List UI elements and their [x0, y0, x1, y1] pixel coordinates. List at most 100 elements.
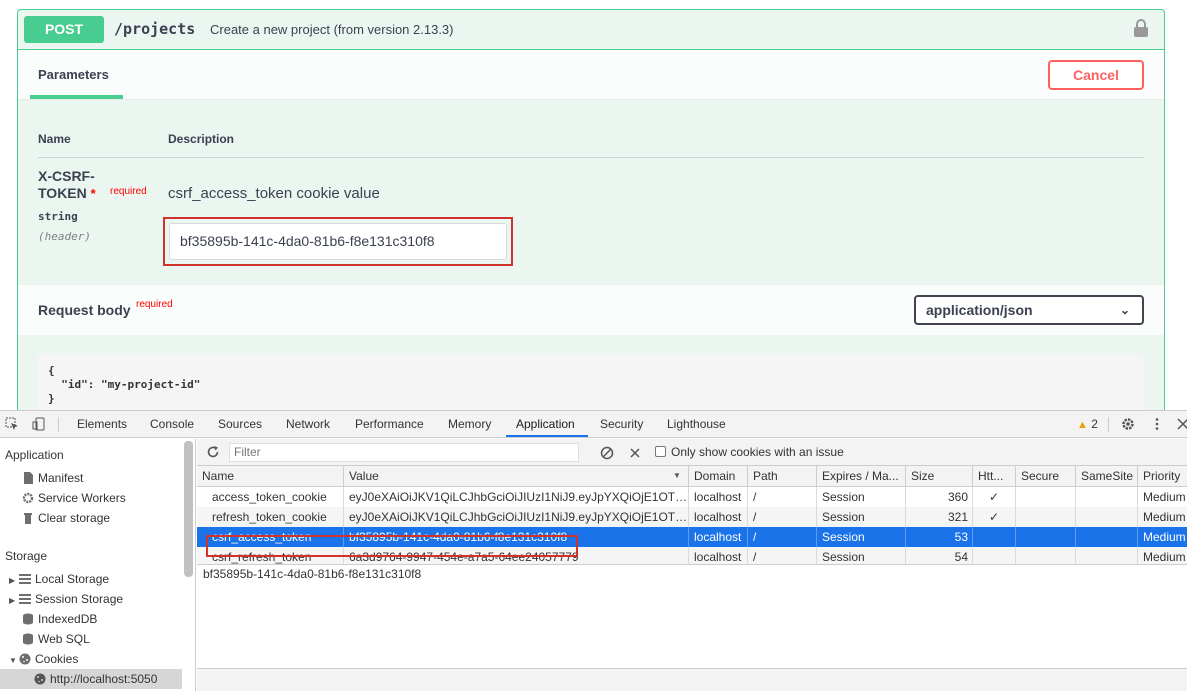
tab-console[interactable]: Console — [150, 411, 194, 438]
grid-icon — [19, 574, 31, 584]
only-issues-checkbox[interactable]: Only show cookies with an issue — [655, 439, 844, 466]
filter-input[interactable]: Filter — [229, 443, 579, 462]
cell-samesite — [1076, 487, 1138, 507]
expand-arrow-icon: ▶ — [9, 576, 16, 585]
divider — [1108, 417, 1109, 432]
close-icon[interactable] — [1176, 417, 1187, 431]
cell-secure — [1016, 487, 1076, 507]
column-header-size[interactable]: Size — [906, 466, 973, 487]
table-row[interactable]: csrf_refresh_token 6a3d9764-9947-454e-a7a… — [197, 547, 1187, 564]
column-header-name: Name — [38, 132, 71, 146]
sidebar-item-cookies-localhost[interactable]: http://localhost:5050 — [34, 669, 157, 689]
tab-elements[interactable]: Elements — [77, 411, 127, 438]
column-header-value[interactable]: Value — [344, 466, 689, 487]
cell-expires: Session — [817, 487, 906, 507]
csrf-token-input[interactable]: bf35895b-141c-4da0-81b6-f8e131c310f8 — [169, 223, 507, 260]
sidebar-item-session-storage[interactable]: ▶ Session Storage — [9, 589, 123, 609]
column-header-httponly[interactable]: Htt... — [973, 466, 1016, 487]
column-header-secure[interactable]: Secure — [1016, 466, 1076, 487]
cell-size: 321 — [906, 507, 973, 527]
gear-icon — [22, 492, 34, 504]
cell-domain: localhost — [689, 527, 748, 547]
sidebar-item-local-storage[interactable]: ▶ Local Storage — [9, 569, 109, 589]
request-body-title: Request body — [38, 302, 131, 318]
grid-icon — [19, 594, 31, 604]
cell-samesite — [1076, 527, 1138, 547]
cell-httponly: ✓ — [973, 487, 1016, 507]
cell-expires: Session — [817, 547, 906, 564]
cell-domain: localhost — [689, 507, 748, 527]
cell-samesite — [1076, 507, 1138, 527]
required-star: * — [90, 186, 96, 201]
parameters-header: Parameters Cancel — [18, 50, 1164, 100]
clear-all-icon[interactable] — [600, 446, 614, 460]
method-badge: POST — [24, 16, 104, 43]
active-tab-indicator — [506, 435, 588, 437]
cookie-value-text: bf35895b-141c-4da0-81b6-f8e131c310f8 — [203, 567, 422, 581]
cell-path: / — [748, 527, 817, 547]
tab-network[interactable]: Network — [286, 411, 330, 438]
trash-icon — [24, 513, 32, 524]
section-storage: Storage — [5, 549, 48, 563]
database-icon — [23, 633, 33, 645]
cell-httponly — [973, 547, 1016, 564]
cell-domain: localhost — [689, 487, 748, 507]
delete-selected-icon[interactable] — [628, 446, 642, 460]
divider — [58, 417, 59, 432]
tab-parameters[interactable]: Parameters — [38, 67, 109, 82]
column-header-samesite[interactable]: SameSite — [1076, 466, 1138, 487]
sidebar-item-web-sql[interactable]: Web SQL — [22, 629, 90, 649]
parameter-name: X-CSRF- TOKEN * — [38, 168, 96, 201]
sort-descending-icon: ▼ — [673, 471, 681, 480]
database-icon — [23, 613, 33, 625]
cell-path: / — [748, 547, 817, 564]
column-header-priority[interactable]: Priority — [1138, 466, 1187, 487]
warnings-counter[interactable]: ▲ 2 — [1077, 411, 1098, 439]
cell-name: csrf_refresh_token — [197, 547, 344, 564]
tab-sources[interactable]: Sources — [218, 411, 262, 438]
lock-icon[interactable] — [1134, 19, 1148, 37]
tab-application[interactable]: Application — [516, 411, 575, 438]
gear-icon[interactable] — [1121, 417, 1135, 431]
sidebar-item-clear-storage[interactable]: Clear storage — [22, 508, 110, 528]
column-header-path[interactable]: Path — [748, 466, 817, 487]
expand-arrow-icon: ▶ — [9, 596, 16, 605]
warning-icon: ▲ — [1077, 419, 1088, 431]
required-label: required — [136, 299, 173, 310]
scrollbar[interactable] — [184, 441, 193, 577]
refresh-icon[interactable] — [206, 445, 220, 459]
sidebar-item-manifest[interactable]: Manifest — [22, 468, 83, 488]
content-type-select[interactable]: application/json ⌄ — [914, 295, 1144, 325]
operation-summary[interactable]: POST /projects Create a new project (fro… — [18, 10, 1164, 50]
tab-lighthouse[interactable]: Lighthouse — [667, 411, 726, 438]
column-header-domain[interactable]: Domain — [689, 466, 748, 487]
parameter-type: string — [38, 210, 78, 223]
tab-underline — [30, 95, 123, 99]
column-header-name[interactable]: Name — [197, 466, 344, 487]
table-row[interactable]: refresh_token_cookie eyJ0eXAiOiJKV1QiLCJh… — [197, 507, 1187, 527]
tab-performance[interactable]: Performance — [355, 411, 424, 438]
cell-size: 360 — [906, 487, 973, 507]
collapse-arrow-icon: ▼ — [9, 656, 17, 665]
file-icon — [24, 472, 33, 484]
parameter-location: (header) — [38, 230, 91, 243]
more-options-icon[interactable] — [1150, 417, 1164, 431]
operation-summary-text: Create a new project (from version 2.13.… — [210, 22, 454, 37]
devtools-tabbar: Elements Console Sources Network Perform… — [0, 411, 1187, 438]
application-sidebar: Application Manifest Service Workers Cle… — [0, 439, 196, 691]
tab-memory[interactable]: Memory — [448, 411, 491, 438]
table-row[interactable]: access_token_cookie eyJ0eXAiOiJKV1QiLCJhb… — [197, 487, 1187, 507]
sidebar-item-cookies[interactable]: ▼ Cookies — [9, 649, 78, 669]
device-toolbar-icon[interactable] — [32, 417, 46, 431]
cell-expires: Session — [817, 527, 906, 547]
cell-size: 54 — [906, 547, 973, 564]
cookies-toolbar: Filter Only show cookies with an issue — [197, 439, 1187, 466]
column-header-expires[interactable]: Expires / Ma... — [817, 466, 906, 487]
sidebar-item-indexeddb[interactable]: IndexedDB — [22, 609, 97, 629]
cancel-button[interactable]: Cancel — [1048, 60, 1144, 90]
cell-secure — [1016, 547, 1076, 564]
inspect-element-icon[interactable] — [5, 417, 19, 431]
tab-security[interactable]: Security — [600, 411, 643, 438]
sidebar-item-service-workers[interactable]: Service Workers — [22, 488, 126, 508]
table-row[interactable]: csrf_access_token bf35895b-141c-4da0-81b6… — [197, 527, 1187, 547]
